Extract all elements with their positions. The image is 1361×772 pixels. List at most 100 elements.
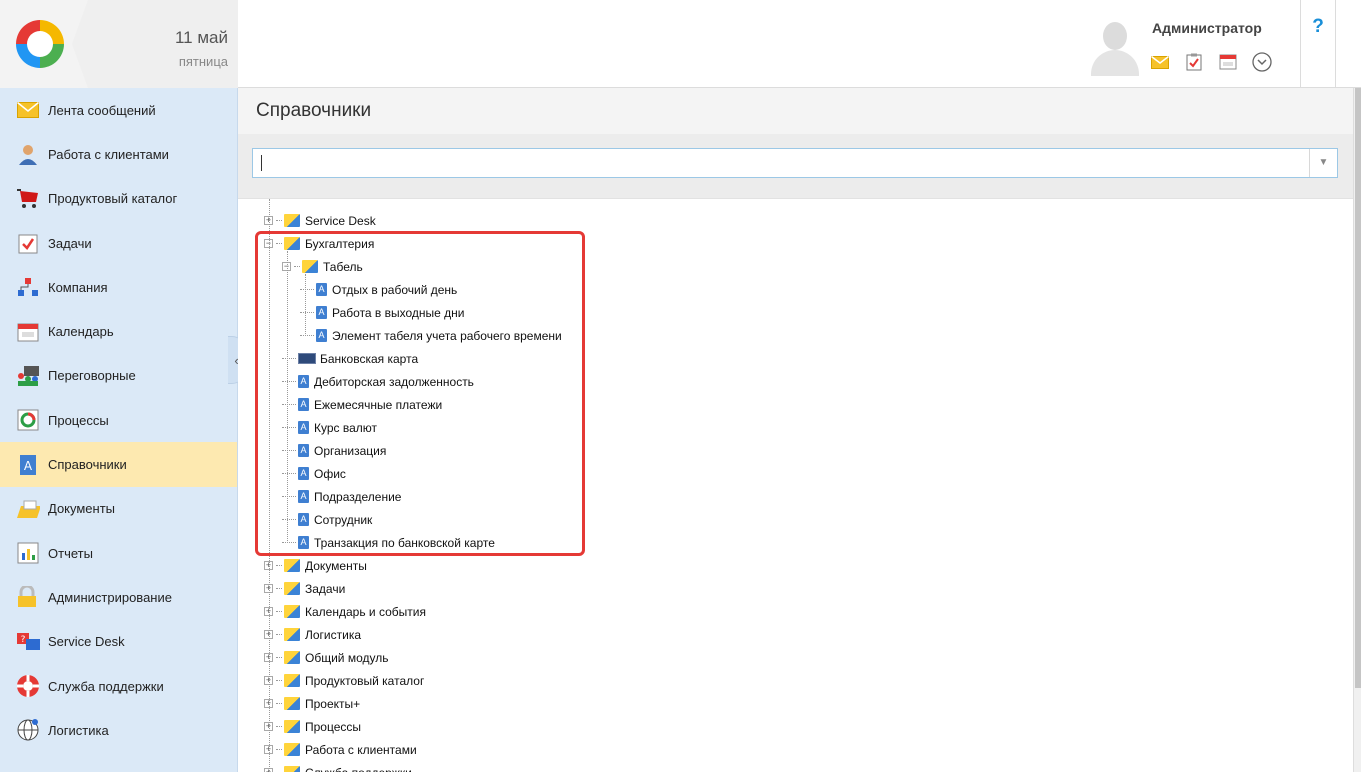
app-logo-icon[interactable] bbox=[16, 20, 64, 68]
sidebar-item-label: Отчеты bbox=[48, 545, 93, 561]
calendar-icon bbox=[16, 320, 40, 344]
directory-tree: + Service Desk − Бухгалтерия − Табель A Отдых в… bbox=[238, 198, 1353, 772]
sidebar-item-label: Задачи bbox=[48, 235, 92, 251]
folder-icon bbox=[284, 697, 300, 710]
sidebar-item[interactable]: ? Service Desk bbox=[0, 620, 237, 664]
tree-node[interactable]: + Процессы bbox=[264, 715, 361, 738]
folder-icon bbox=[284, 628, 300, 641]
sidebar-item[interactable]: Календарь bbox=[0, 309, 237, 353]
sidebar-item-label: Процессы bbox=[48, 412, 109, 428]
logo-area: 11 май пятница bbox=[0, 0, 238, 88]
date-weekday: пятница bbox=[178, 54, 228, 69]
sidebar: Лента сообщений Работа с клиентами Продукт… bbox=[0, 88, 238, 772]
sidebar-item[interactable]: Компания bbox=[0, 265, 237, 309]
tree-node[interactable]: + Общий модуль bbox=[264, 646, 388, 669]
tree-node[interactable]: + Логистика bbox=[264, 623, 361, 646]
reports-icon bbox=[16, 541, 40, 565]
chevron-down-circle-icon[interactable] bbox=[1252, 52, 1272, 72]
org-chart-icon bbox=[16, 275, 40, 299]
tree-node[interactable]: + Проекты+ bbox=[264, 692, 360, 715]
sidebar-item-label: Документы bbox=[48, 501, 116, 517]
calendar-icon[interactable] bbox=[1218, 52, 1238, 72]
folder-icon bbox=[284, 559, 300, 572]
task-icon bbox=[16, 231, 40, 255]
folder-icon bbox=[284, 720, 300, 733]
sidebar-item-label: Работа с клиентами bbox=[48, 146, 169, 162]
sidebar-item-label: Продуктовый каталог bbox=[48, 191, 178, 207]
highlight-box bbox=[255, 231, 585, 556]
date-tab: 11 май пятница bbox=[72, 0, 238, 88]
tree-node[interactable]: +Служба поддержки bbox=[264, 761, 412, 772]
sidebar-item[interactable]: Работа с клиентами bbox=[0, 132, 237, 176]
sidebar-item[interactable]: Процессы bbox=[0, 398, 237, 442]
top-header: 11 май пятница Администратор ? bbox=[0, 0, 1361, 88]
globe-icon bbox=[16, 718, 40, 742]
tree-node-label: Общий модуль bbox=[305, 650, 389, 665]
folder-icon bbox=[284, 605, 300, 618]
scroll-thumb[interactable] bbox=[1355, 88, 1361, 688]
scrollbar[interactable] bbox=[1353, 88, 1361, 772]
cart-icon bbox=[16, 187, 40, 211]
svg-text:A: A bbox=[24, 459, 33, 473]
help-button[interactable]: ? bbox=[1300, 0, 1336, 88]
sidebar-item[interactable]: Логистика bbox=[0, 708, 237, 752]
lock-icon bbox=[16, 585, 40, 609]
service-desk-icon: ? bbox=[16, 630, 40, 654]
sidebar-item-label: Календарь bbox=[48, 324, 114, 340]
tree-node[interactable]: + Документы bbox=[264, 554, 367, 577]
sidebar-item-label: Справочники bbox=[48, 457, 127, 473]
tree-node[interactable]: + Календарь и события bbox=[264, 600, 426, 623]
meeting-icon bbox=[16, 364, 40, 388]
sidebar-item[interactable]: Лента сообщений bbox=[0, 88, 237, 132]
date-day: 11 май bbox=[174, 28, 228, 47]
svg-text:?: ? bbox=[21, 635, 26, 645]
directory-icon: A bbox=[16, 453, 40, 477]
tree-node-label: Процессы bbox=[305, 719, 362, 734]
sidebar-item-label: Служба поддержки bbox=[48, 678, 164, 694]
search-input[interactable]: ▼ bbox=[252, 148, 1338, 178]
main-content: Справочники ▼ + Service Desk − Бухгалтерия −… bbox=[238, 88, 1353, 772]
sidebar-item-label: Компания bbox=[48, 279, 108, 295]
tree-node-label: Service Desk bbox=[305, 213, 376, 228]
tree-node-label: Работа с клиентами bbox=[305, 742, 417, 757]
lifebuoy-icon bbox=[16, 674, 40, 698]
dropdown-chevron-icon[interactable]: ▼ bbox=[1309, 149, 1337, 177]
mail-icon[interactable] bbox=[1150, 52, 1170, 72]
task-checkbox-icon[interactable] bbox=[1184, 52, 1204, 72]
tree-node-label: Задачи bbox=[305, 581, 346, 596]
tree-node-label: Календарь и события bbox=[305, 604, 426, 619]
sidebar-item-label: Переговорные bbox=[48, 368, 136, 384]
folder-icon bbox=[284, 582, 300, 595]
documents-icon bbox=[16, 497, 40, 521]
tree-node[interactable]: + Задачи bbox=[264, 577, 345, 600]
page-title: Справочники bbox=[256, 100, 372, 121]
tree-node-label: Служба поддержки bbox=[305, 766, 412, 772]
sidebar-item[interactable]: Переговорные bbox=[0, 354, 237, 398]
sidebar-item[interactable]: Администрирование bbox=[0, 575, 237, 619]
tree-node[interactable]: + Работа с клиентами bbox=[264, 738, 417, 761]
sidebar-item[interactable]: Служба поддержки bbox=[0, 664, 237, 708]
sidebar-item[interactable]: A Справочники bbox=[0, 442, 237, 487]
mail-icon bbox=[16, 98, 40, 122]
sidebar-item[interactable]: Отчеты bbox=[0, 531, 237, 575]
client-icon bbox=[16, 142, 40, 166]
sidebar-item[interactable]: Задачи bbox=[0, 221, 237, 265]
sidebar-item[interactable]: Продуктовый каталог bbox=[0, 177, 237, 221]
tree-node[interactable]: + Продуктовый каталог bbox=[264, 669, 424, 692]
folder-icon bbox=[284, 651, 300, 664]
sidebar-item[interactable]: Документы bbox=[0, 487, 237, 531]
sidebar-item-label: Service Desk bbox=[48, 634, 125, 650]
sidebar-item-label: Логистика bbox=[48, 722, 109, 738]
tree-node-label: Проекты+ bbox=[305, 696, 361, 711]
sidebar-item-label: Администрирование bbox=[48, 589, 172, 605]
user-name[interactable]: Администратор bbox=[1152, 20, 1262, 36]
user-avatar[interactable] bbox=[1088, 16, 1142, 76]
header-icons bbox=[1150, 52, 1272, 72]
folder-icon bbox=[284, 674, 300, 687]
tree-node-label: Продуктовый каталог bbox=[305, 673, 425, 688]
folder-icon bbox=[284, 214, 300, 227]
tree-node[interactable]: + Service Desk bbox=[264, 209, 376, 232]
tree-node-label: Логистика bbox=[305, 627, 362, 642]
folder-icon bbox=[284, 743, 300, 756]
sidebar-item-label: Лента сообщений bbox=[48, 102, 156, 118]
